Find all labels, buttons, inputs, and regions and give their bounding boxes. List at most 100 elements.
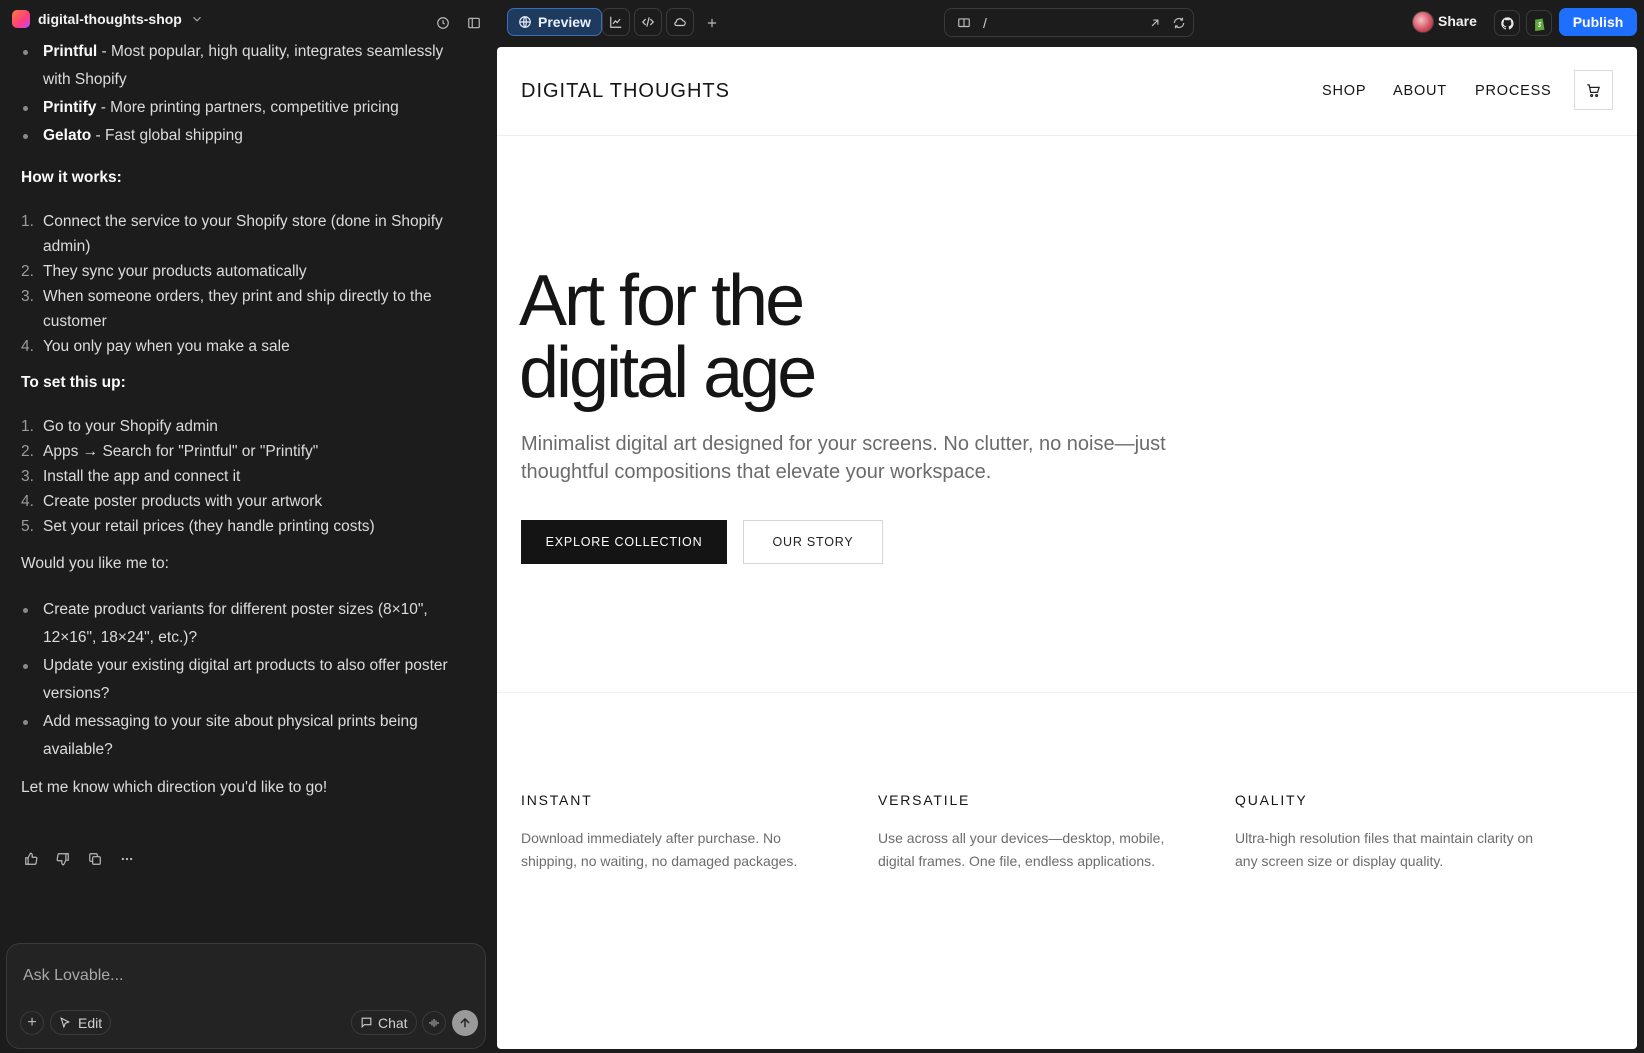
site-brand[interactable]: DIGITAL THOUGHTS xyxy=(521,80,730,103)
step-text: When someone orders, they print and ship… xyxy=(43,288,432,330)
analytics-tab-button[interactable] xyxy=(602,8,630,36)
list-item: Create product variants for different po… xyxy=(23,596,470,652)
our-story-button[interactable]: OUR STORY xyxy=(743,520,883,564)
open-external-icon[interactable] xyxy=(1148,16,1162,30)
publish-button[interactable]: Publish xyxy=(1559,8,1637,36)
nav-process[interactable]: PROCESS xyxy=(1475,83,1552,99)
feature-text: Ultra-high resolution files that maintai… xyxy=(1235,830,1534,869)
list-item: 3. When someone orders, they print and sh… xyxy=(21,288,432,330)
list-item: 1. Go to your Shopify admin xyxy=(21,418,218,435)
section-divider xyxy=(497,692,1637,693)
list-item: Printful - Most popular, high quality, i… xyxy=(23,44,470,94)
shopify-icon xyxy=(1534,18,1544,31)
add-tab-icon[interactable] xyxy=(699,10,725,36)
step-text: Connect the service to your Shopify stor… xyxy=(43,213,443,255)
chat-composer: Ask Lovable... + Edit Chat xyxy=(6,943,486,1049)
device-icon[interactable] xyxy=(957,16,971,30)
shopify-button[interactable] xyxy=(1526,10,1552,36)
attach-button[interactable]: + xyxy=(20,1011,44,1035)
list-item: Add messaging to your site about physica… xyxy=(23,708,470,764)
lovable-logo-icon xyxy=(12,10,30,28)
message-actions xyxy=(22,850,136,868)
chat-mode-button[interactable]: Chat xyxy=(351,1010,417,1035)
feature-text: Use across all your devices—desktop, mob… xyxy=(878,830,1165,869)
cart-button[interactable] xyxy=(1574,70,1613,110)
service-name: Gelato xyxy=(43,127,92,144)
hero-line-2: digital age xyxy=(519,333,817,413)
step-text: They sync your products automatically xyxy=(43,263,307,280)
chat-panel: Printful - Most popular, high quality, i… xyxy=(0,44,490,1053)
option-text: Add messaging to your site about physica… xyxy=(43,713,418,758)
list-item: 4. You only pay when you make a sale xyxy=(21,338,290,355)
list-item: Gelato - Fast global shipping xyxy=(23,122,470,150)
plus-icon: + xyxy=(27,1014,37,1031)
site-preview: DIGITAL THOUGHTS SHOP ABOUT PROCESS Art … xyxy=(497,47,1637,1049)
refresh-icon[interactable] xyxy=(1172,16,1186,30)
more-icon[interactable] xyxy=(118,850,136,868)
list-item: 4. Create poster products with your artwo… xyxy=(21,493,323,510)
preview-tab-button[interactable]: Preview xyxy=(507,8,602,36)
feature-quality: QUALITY Ultra-high resolution files that… xyxy=(1235,792,1545,873)
edit-label: Edit xyxy=(78,1014,103,1031)
github-icon xyxy=(1500,16,1514,29)
option-text: Create product variants for different po… xyxy=(43,601,428,646)
user-avatar[interactable] xyxy=(1412,11,1434,33)
nav-about[interactable]: ABOUT xyxy=(1393,83,1447,99)
globe-icon xyxy=(519,16,531,28)
how-steps-list: 1. Connect the service to your Shopify st… xyxy=(0,209,470,359)
copy-icon[interactable] xyxy=(86,850,104,868)
setup-steps-list: 1. Go to your Shopify admin 2. Apps → Sear… xyxy=(0,414,470,539)
closing-text: Let me know which direction you'd like t… xyxy=(21,779,328,796)
top-bar: digital-thoughts-shop Preview / Share Pu… xyxy=(0,0,1644,44)
list-item: 2. They sync your products automatically xyxy=(21,263,307,280)
service-desc: - Most popular, high quality, integrates… xyxy=(43,44,444,88)
chevron-down-icon xyxy=(192,16,201,22)
service-name: Printful xyxy=(43,44,98,60)
code-tab-button[interactable] xyxy=(634,8,662,36)
feature-text: Download immediately after purchase. No … xyxy=(521,830,798,869)
feature-instant: INSTANT Download immediately after purch… xyxy=(521,792,831,873)
service-desc: - Fast global shipping xyxy=(91,127,243,144)
list-item: Printify - More printing partners, compe… xyxy=(23,94,470,122)
url-bar[interactable]: / xyxy=(944,8,1194,37)
service-name: Printify xyxy=(43,99,97,116)
sidebar-toggle-icon[interactable] xyxy=(461,10,487,36)
hero-subtitle: Minimalist digital art designed for your… xyxy=(521,433,1166,483)
project-name: digital-thoughts-shop xyxy=(38,11,182,27)
option-text: Update your existing digital art product… xyxy=(43,657,448,702)
feature-title: QUALITY xyxy=(1235,792,1308,808)
composer-input[interactable]: Ask Lovable... xyxy=(23,962,124,990)
history-icon[interactable] xyxy=(430,10,456,36)
chat-label: Chat xyxy=(378,1014,408,1031)
service-list: Printful - Most popular, high quality, i… xyxy=(0,44,470,150)
feature-title: VERSATILE xyxy=(878,792,971,808)
service-desc: - More printing partners, competitive pr… xyxy=(96,99,399,116)
edit-icon xyxy=(60,1017,71,1029)
send-button[interactable] xyxy=(452,1010,478,1036)
project-switcher[interactable]: digital-thoughts-shop xyxy=(12,10,204,28)
arrow-up-icon xyxy=(460,1017,470,1028)
nav-shop[interactable]: SHOP xyxy=(1322,83,1366,99)
question-text: Would you like me to: xyxy=(21,555,169,572)
thumbs-up-icon[interactable] xyxy=(22,850,40,868)
chat-bubble-icon xyxy=(361,1017,372,1029)
chart-line-icon xyxy=(610,16,622,28)
list-item: 2. Apps → Search for "Printful" or "Print… xyxy=(21,443,319,460)
how-heading: How it works: xyxy=(21,169,122,186)
step-text: Install the app and connect it xyxy=(43,468,241,485)
voice-button[interactable] xyxy=(422,1011,446,1035)
edit-mode-button[interactable]: Edit xyxy=(50,1010,112,1035)
cloud-tab-button[interactable] xyxy=(666,8,694,36)
waveform-icon xyxy=(429,1019,439,1027)
step-text: Create poster products with your artwork xyxy=(43,493,323,510)
step-text: Set your retail prices (they handle prin… xyxy=(43,518,375,535)
explore-collection-button[interactable]: EXPLORE COLLECTION xyxy=(521,520,727,564)
github-button[interactable] xyxy=(1494,10,1520,36)
step-text: Apps → Search for "Printful" or "Printif… xyxy=(43,443,319,460)
list-item: Update your existing digital art product… xyxy=(23,652,470,708)
share-button[interactable]: Share xyxy=(1438,13,1477,29)
list-item: 3. Install the app and connect it xyxy=(21,468,241,485)
thumbs-down-icon[interactable] xyxy=(54,850,72,868)
url-path[interactable]: / xyxy=(983,15,987,31)
hero-line-1: Art for the xyxy=(519,261,805,341)
